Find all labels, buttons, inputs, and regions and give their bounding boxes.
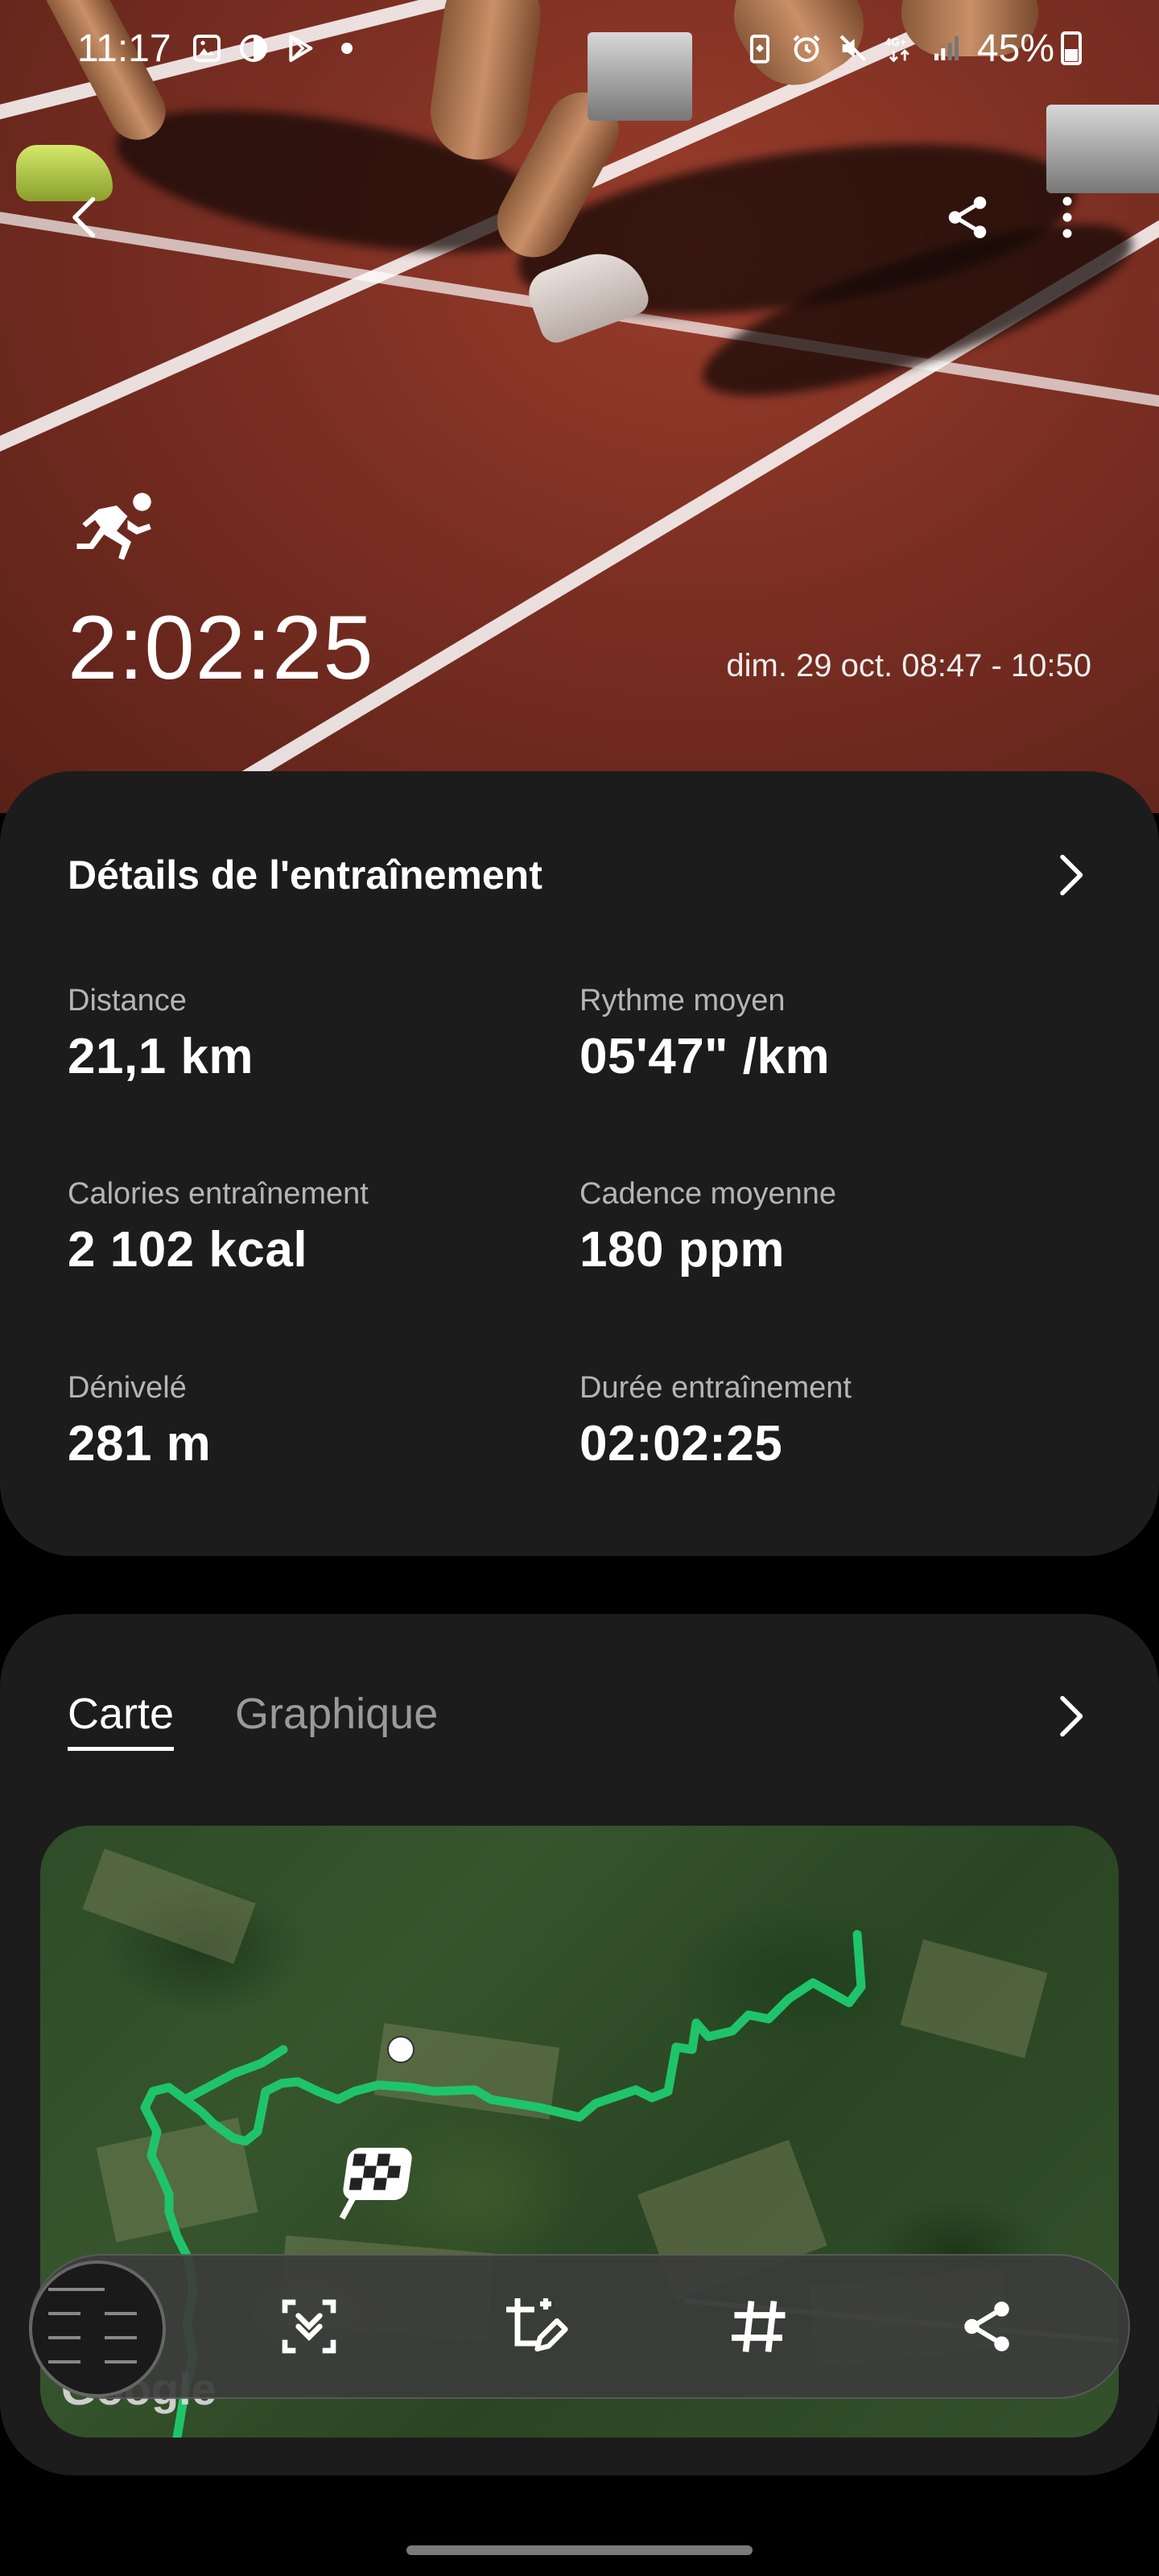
more-options-button[interactable] [1027, 177, 1107, 258]
battery-icon [1061, 31, 1082, 65]
scroll-capture-button[interactable] [269, 2286, 349, 2367]
gallery-notification-icon [191, 32, 223, 64]
signal-strength-icon [930, 32, 963, 64]
stat-distance: Distance 21,1 km [68, 984, 254, 1085]
add-tags-button[interactable] [720, 2286, 800, 2367]
stat-value: 281 m [68, 1416, 212, 1472]
svg-text:4G+: 4G+ [885, 35, 906, 48]
stat-elevation: Dénivelé 281 m [68, 1371, 211, 1472]
total-duration: 2:02:25 [68, 597, 374, 698]
battery-percent: 45% [976, 27, 1054, 70]
status-time: 11:17 [77, 27, 171, 70]
stat-calories: Calories entraînement 2 102 kcal [68, 1177, 369, 1278]
stat-label: Durée entraînement [580, 1371, 852, 1405]
stat-label: Rythme moyen [580, 984, 786, 1018]
finish-flag-icon [339, 2148, 412, 2220]
play-store-icon [284, 32, 316, 64]
stat-label: Calories entraînement [68, 1177, 369, 1211]
thumbnail-line [48, 2360, 80, 2363]
network-4g-icon: 4G+ [884, 32, 916, 64]
scroll-capture-icon [282, 2299, 336, 2354]
share-icon [948, 196, 987, 238]
more-notifications-dot-icon [331, 32, 363, 64]
running-icon [76, 493, 151, 560]
thumbnail-line [48, 2312, 80, 2315]
hashtag-icon [732, 2301, 786, 2352]
stat-label: Distance [68, 984, 187, 1018]
stat-value: 02:02:25 [580, 1416, 783, 1472]
stat-value: 05'47" /km [580, 1029, 831, 1084]
stat-average-pace: Rythme moyen 05'47" /km [580, 984, 830, 1085]
gesture-navigation-handle[interactable] [406, 2545, 753, 2555]
share-button[interactable] [927, 177, 1008, 258]
chevron-right-icon[interactable] [1046, 851, 1095, 899]
status-bar: 11:17 4G+ 45% [0, 0, 1159, 97]
thumbnail-line [48, 2336, 80, 2339]
more-vertical-icon [1062, 196, 1072, 238]
back-button[interactable] [47, 177, 127, 258]
tab-chart[interactable]: Graphique [235, 1689, 438, 1751]
stat-value: 2 102 kcal [68, 1222, 308, 1278]
workout-date-range: dim. 29 oct. 08:47 - 10:50 [726, 648, 1091, 683]
stat-label: Cadence moyenne [580, 1177, 836, 1211]
crop-draw-button[interactable] [494, 2286, 575, 2367]
screenshot-thumbnail[interactable] [29, 2260, 166, 2397]
thumbnail-line [48, 2288, 105, 2291]
start-point-icon [387, 2036, 415, 2063]
thumbnail-line [105, 2360, 137, 2363]
crop-edit-icon [506, 2298, 568, 2352]
stat-value: 21,1 km [68, 1029, 254, 1084]
chevron-right-icon[interactable] [1046, 1692, 1095, 1740]
stat-cadence: Cadence moyenne 180 ppm [580, 1177, 836, 1278]
mute-icon [837, 32, 869, 64]
share-icon [964, 2301, 1009, 2351]
alarm-icon [790, 32, 823, 64]
share-screenshot-button[interactable] [947, 2286, 1027, 2367]
battery-saver-icon [744, 32, 776, 64]
details-title: Détails de l'entraînement [68, 852, 542, 898]
stat-label: Dénivelé [68, 1371, 187, 1405]
thumbnail-line [105, 2336, 137, 2339]
battery-indicator: 45% [977, 27, 1082, 71]
stat-workout-duration: Durée entraînement 02:02:25 [580, 1371, 852, 1472]
tab-map[interactable]: Carte [68, 1689, 175, 1751]
back-arrow-icon [72, 196, 96, 238]
data-saver-icon [237, 32, 270, 64]
stat-value: 180 ppm [580, 1222, 786, 1278]
thumbnail-line [105, 2312, 137, 2315]
map-tabs: Carte Graphique [68, 1689, 438, 1751]
top-app-bar [0, 177, 1159, 258]
